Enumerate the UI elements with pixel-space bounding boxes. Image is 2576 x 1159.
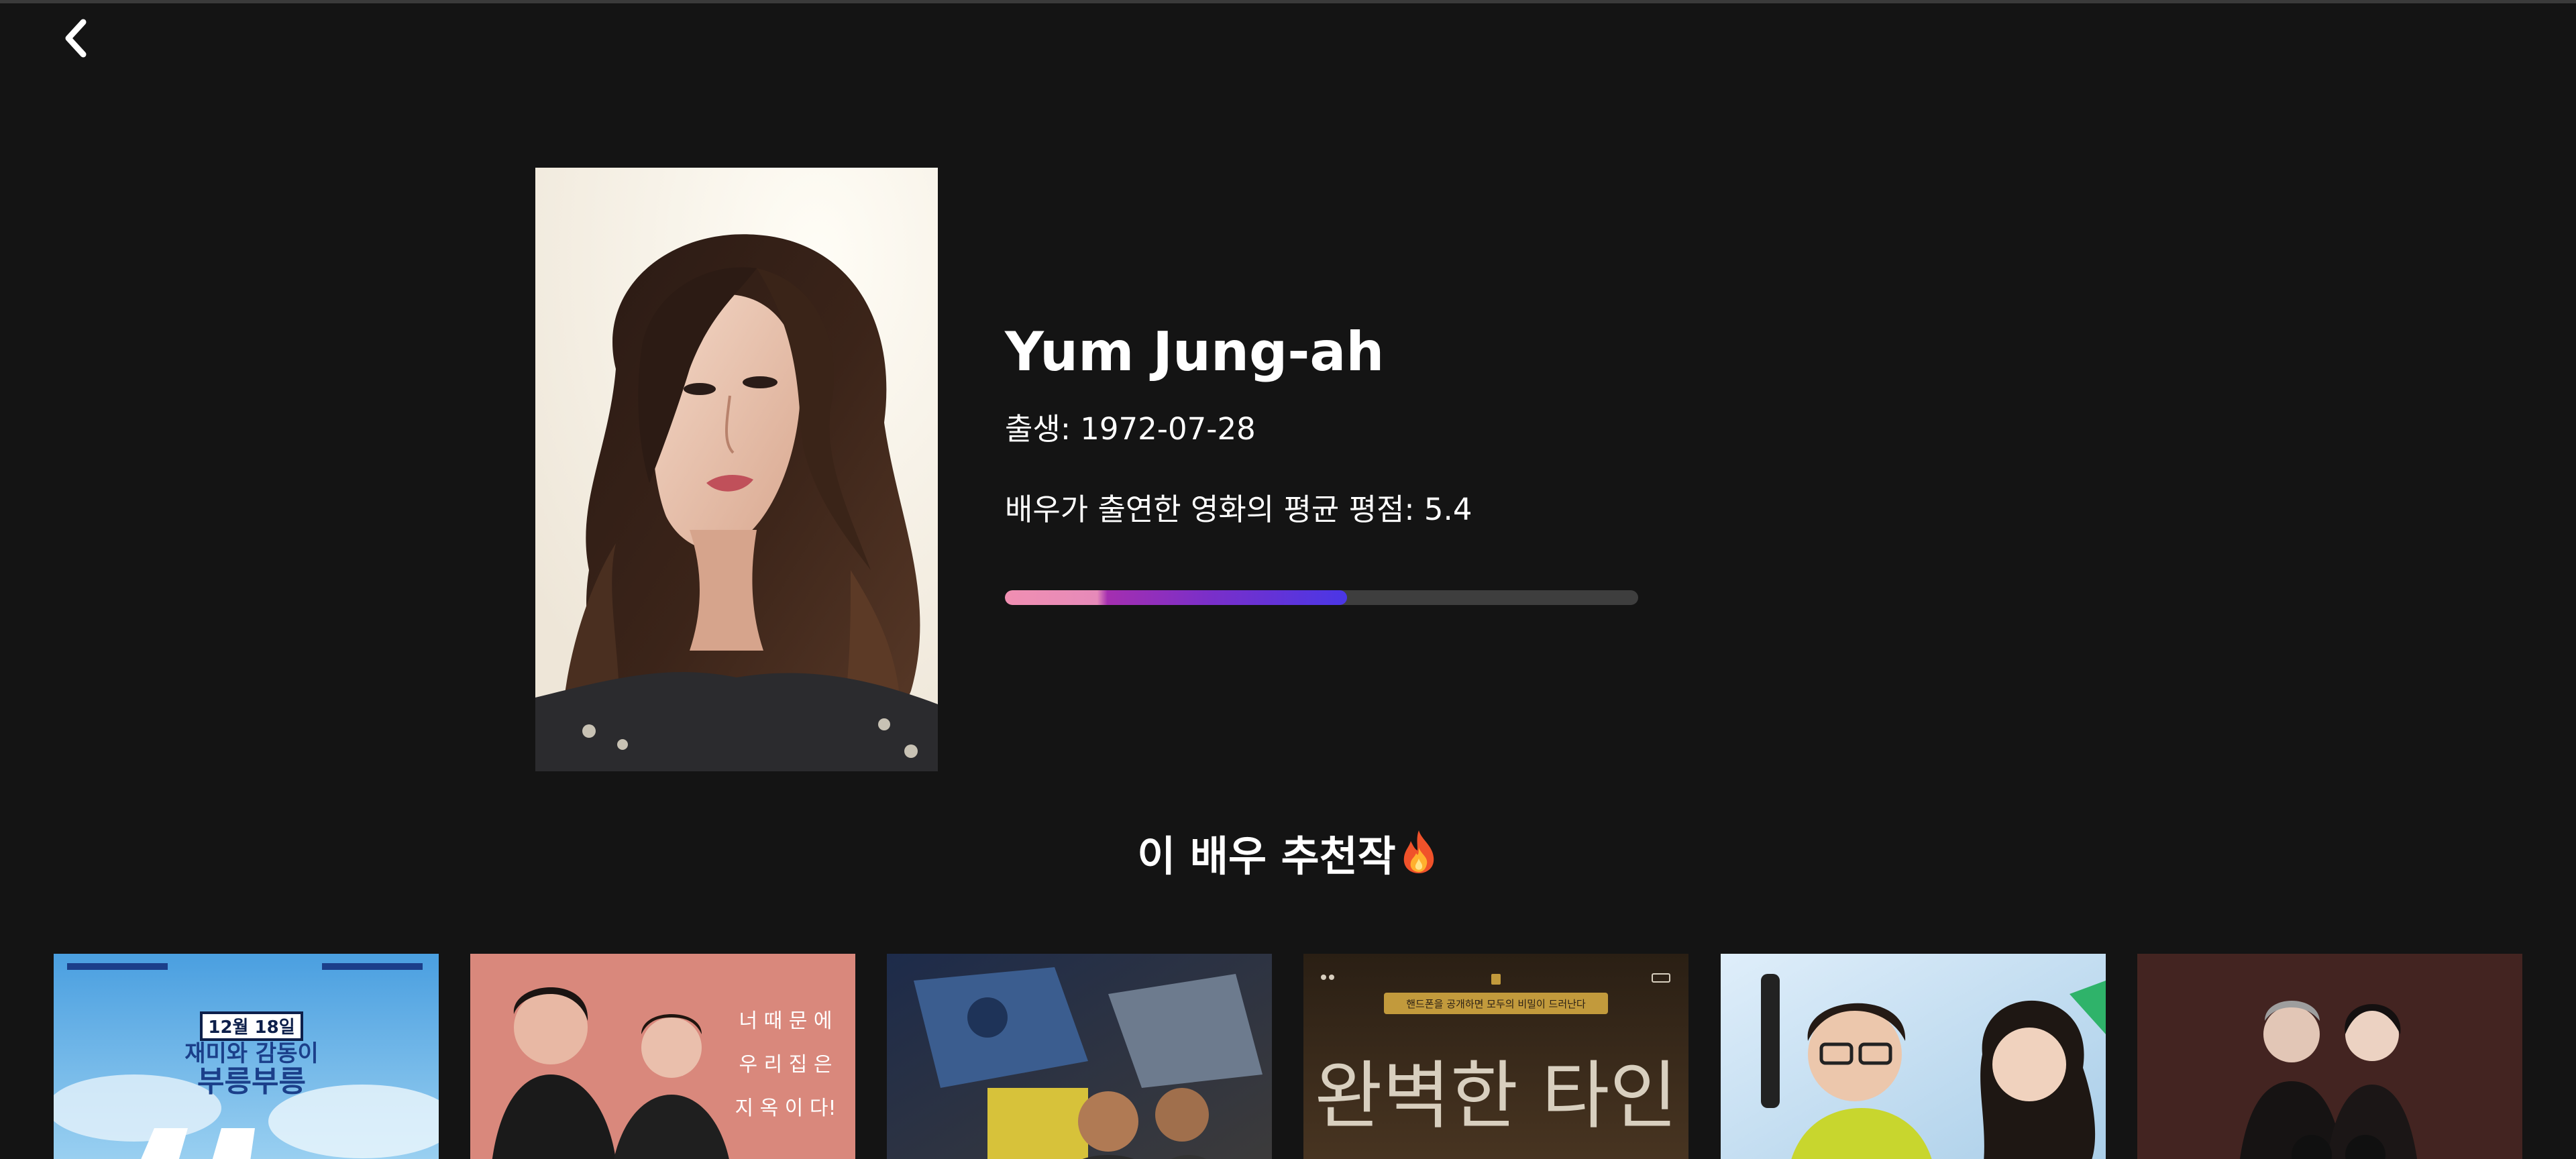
birth-info: 출생: 1972-07-28 bbox=[1005, 411, 1256, 447]
poster-text: 우 리 집 은 bbox=[739, 1053, 832, 1077]
movie-poster[interactable]: 핸드폰을 공개하면 모두의 비밀이 드러난다 완벽한 타인 bbox=[1303, 954, 1688, 1159]
poster-text: 12월 18일 bbox=[208, 1017, 294, 1038]
poster-text: 재미와 감동이 bbox=[184, 1040, 319, 1067]
rating-label: 배우가 출연한 영화의 평균 평점 bbox=[1005, 492, 1405, 527]
birth-label: 출생 bbox=[1005, 411, 1061, 447]
movie-poster[interactable] bbox=[1721, 954, 2106, 1159]
birth-date: 1972-07-28 bbox=[1080, 411, 1256, 447]
poster-text: 지 옥 이 다! bbox=[735, 1097, 836, 1120]
poster-text: 부릉부릉 bbox=[197, 1064, 306, 1099]
top-border bbox=[0, 0, 2576, 3]
actor-name: Yum Jung-ah bbox=[1005, 321, 1385, 383]
back-button[interactable] bbox=[55, 15, 98, 62]
recommend-title-text: 이 배우 추천작 bbox=[1137, 832, 1396, 881]
chevron-left-icon bbox=[65, 19, 87, 58]
poster-text: 완벽한 타인 bbox=[1315, 1053, 1678, 1139]
rating-progress-bar bbox=[1005, 590, 1638, 605]
rating-value: 5.4 bbox=[1424, 492, 1472, 527]
poster-text: 너 때 문 에 bbox=[739, 1009, 832, 1033]
rating-progress-fill bbox=[1005, 590, 1347, 605]
poster-text: 핸드폰을 공개하면 모두의 비밀이 드러난다 bbox=[1406, 998, 1586, 1010]
movie-poster[interactable]: 12월 18일 재미와 감동이 부릉부릉 bbox=[54, 954, 439, 1159]
movie-poster[interactable] bbox=[887, 954, 1272, 1159]
fire-icon bbox=[1399, 829, 1439, 889]
actor-portrait bbox=[535, 168, 938, 771]
recommend-section-title: 이 배우 추천작 bbox=[0, 826, 2576, 889]
movie-poster[interactable]: 너 때 문 에 우 리 집 은 지 옥 이 다! bbox=[470, 954, 855, 1159]
recommended-movies-row: 12월 18일 재미와 감동이 부릉부릉 너 때 문 에 우 리 집 은 지 옥… bbox=[0, 954, 2576, 1159]
actor-info: Yum Jung-ah 출생: 1972-07-28 배우가 출연한 영화의 평… bbox=[1005, 315, 1472, 530]
movie-poster[interactable] bbox=[2137, 954, 2522, 1159]
actor-detail-page: Yum Jung-ah 출생: 1972-07-28 배우가 출연한 영화의 평… bbox=[0, 0, 2576, 1159]
average-rating: 배우가 출연한 영화의 평균 평점: 5.4 bbox=[1005, 492, 1472, 527]
